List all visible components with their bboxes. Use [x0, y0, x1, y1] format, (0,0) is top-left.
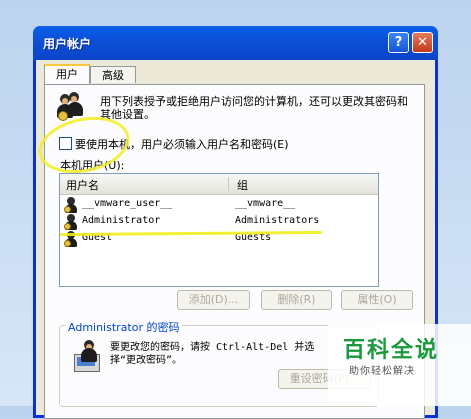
column-divider[interactable] — [228, 177, 229, 191]
remove-user-button[interactable]: 删除(R) — [261, 290, 332, 310]
tab-advanced[interactable]: 高级 — [90, 66, 136, 83]
user-icon — [64, 214, 80, 230]
close-button[interactable]: ✕ — [412, 32, 433, 53]
users-list-header: 用户名 组 — [60, 174, 378, 195]
intro-text: 用下列表授予或拒绝用户访问您的计算机，还可以更改其密码和其他设置。 — [100, 95, 408, 121]
properties-button[interactable]: 属性(O) — [341, 290, 413, 310]
table-row[interactable]: Administrator Administrators — [60, 214, 378, 230]
tab-users-label: 用户 — [56, 68, 78, 81]
user-name-cell: __vmware_user__ — [82, 198, 173, 209]
user-group-cell: __vmware__ — [235, 198, 296, 209]
password-section-title: Administrator 的密码 — [65, 319, 183, 335]
help-button[interactable]: ? — [388, 32, 409, 53]
tab-advanced-label: 高级 — [102, 69, 124, 82]
user-name-cell: Administrator — [82, 215, 161, 226]
users-list[interactable]: 用户名 组 __vmware_user__ __vmware__ Adminis… — [59, 173, 379, 287]
add-user-button[interactable]: 添加(D)... — [177, 290, 250, 310]
column-header-group[interactable]: 组 — [237, 177, 248, 193]
watermark-subtitle: 助你轻松解决 — [349, 366, 415, 377]
title-bar[interactable]: 用户帐户 ? ✕ — [33, 26, 438, 60]
tab-users[interactable]: 用户 — [44, 64, 90, 84]
computer-user-icon — [70, 340, 104, 372]
window-title: 用户帐户 — [43, 37, 92, 51]
user-icon — [64, 197, 80, 213]
watermark-title: 百科全说 — [343, 338, 440, 363]
user-group-cell: Administrators — [235, 215, 320, 226]
column-header-name[interactable]: 用户名 — [66, 177, 99, 193]
password-instructions: 要更改您的密码，请按 Ctrl-Alt-Del 并选择“更改密码”。 — [110, 342, 315, 366]
table-row[interactable]: __vmware_user__ __vmware__ — [60, 197, 378, 213]
